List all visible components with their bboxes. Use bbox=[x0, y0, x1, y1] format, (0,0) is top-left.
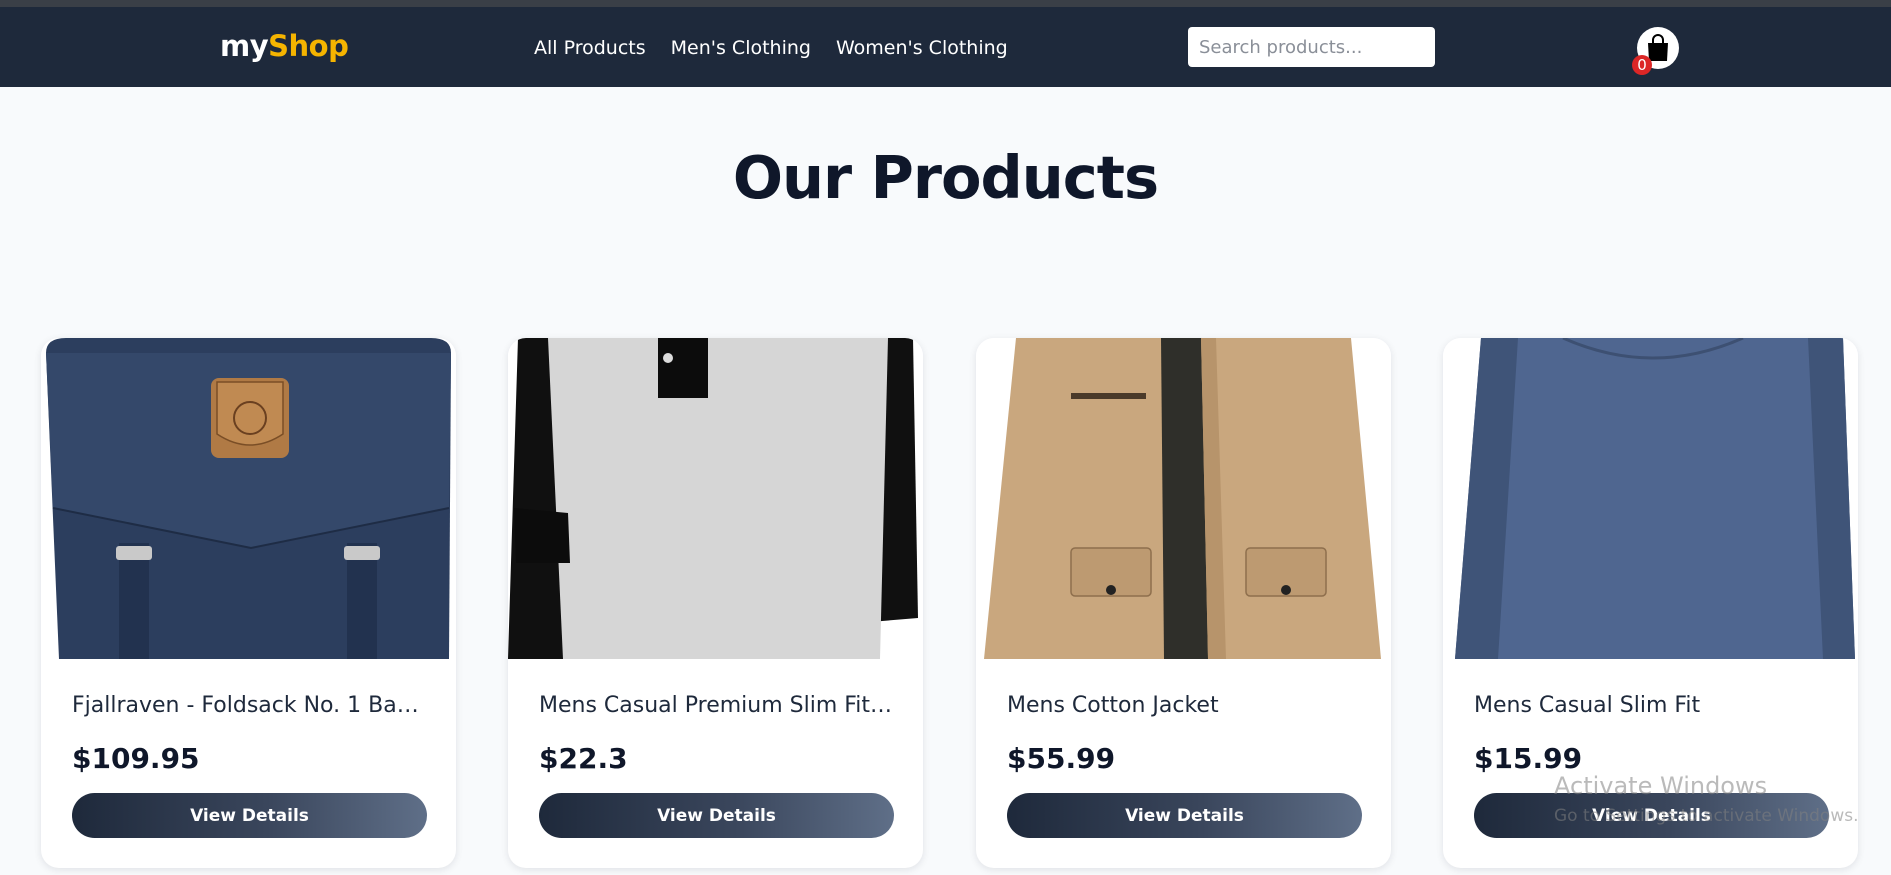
product-card[interactable]: Fjallraven - Foldsack No. 1 Backpack $10… bbox=[41, 338, 456, 868]
logo-text-my: my bbox=[220, 29, 269, 63]
page-title: Our Products bbox=[732, 143, 1159, 212]
product-title[interactable]: Mens Casual Premium Slim Fit T-Shirts bbox=[539, 693, 894, 718]
product-price: $22.3 bbox=[539, 742, 628, 775]
product-card[interactable]: Mens Cotton Jacket $55.99 View Details bbox=[976, 338, 1391, 868]
nav-mens-clothing[interactable]: Men's Clothing bbox=[671, 37, 811, 59]
logo-text-shop: Shop bbox=[268, 29, 349, 63]
view-details-button[interactable]: View Details bbox=[539, 793, 894, 838]
product-title[interactable]: Mens Cotton Jacket bbox=[1007, 693, 1362, 718]
product-price: $15.99 bbox=[1474, 742, 1583, 775]
view-details-button[interactable]: View Details bbox=[72, 793, 427, 838]
search-input[interactable] bbox=[1188, 27, 1435, 67]
navbar: myShop All Products Men's Clothing Women… bbox=[0, 7, 1891, 87]
product-card[interactable]: Mens Casual Premium Slim Fit T-Shirts $2… bbox=[508, 338, 923, 868]
window-top-strip bbox=[0, 0, 1891, 7]
product-card[interactable]: Mens Casual Slim Fit $15.99 View Details bbox=[1443, 338, 1858, 868]
nav-womens-clothing[interactable]: Women's Clothing bbox=[836, 37, 1008, 59]
view-details-button[interactable]: View Details bbox=[1474, 793, 1829, 838]
product-title[interactable]: Mens Casual Slim Fit bbox=[1474, 693, 1829, 718]
product-title[interactable]: Fjallraven - Foldsack No. 1 Backpack bbox=[72, 693, 427, 718]
logo[interactable]: myShop bbox=[220, 29, 349, 63]
cart-count-badge: 0 bbox=[1632, 55, 1652, 75]
product-price: $109.95 bbox=[72, 742, 200, 775]
product-image-jacket[interactable] bbox=[976, 338, 1391, 659]
view-details-button[interactable]: View Details bbox=[1007, 793, 1362, 838]
product-price: $55.99 bbox=[1007, 742, 1116, 775]
nav-all-products[interactable]: All Products bbox=[534, 37, 646, 59]
product-image-backpack[interactable] bbox=[41, 338, 456, 659]
main-nav: All Products Men's Clothing Women's Clot… bbox=[534, 37, 1008, 59]
product-image-longsleeve[interactable] bbox=[1443, 338, 1858, 659]
product-image-shirt[interactable] bbox=[508, 338, 923, 659]
